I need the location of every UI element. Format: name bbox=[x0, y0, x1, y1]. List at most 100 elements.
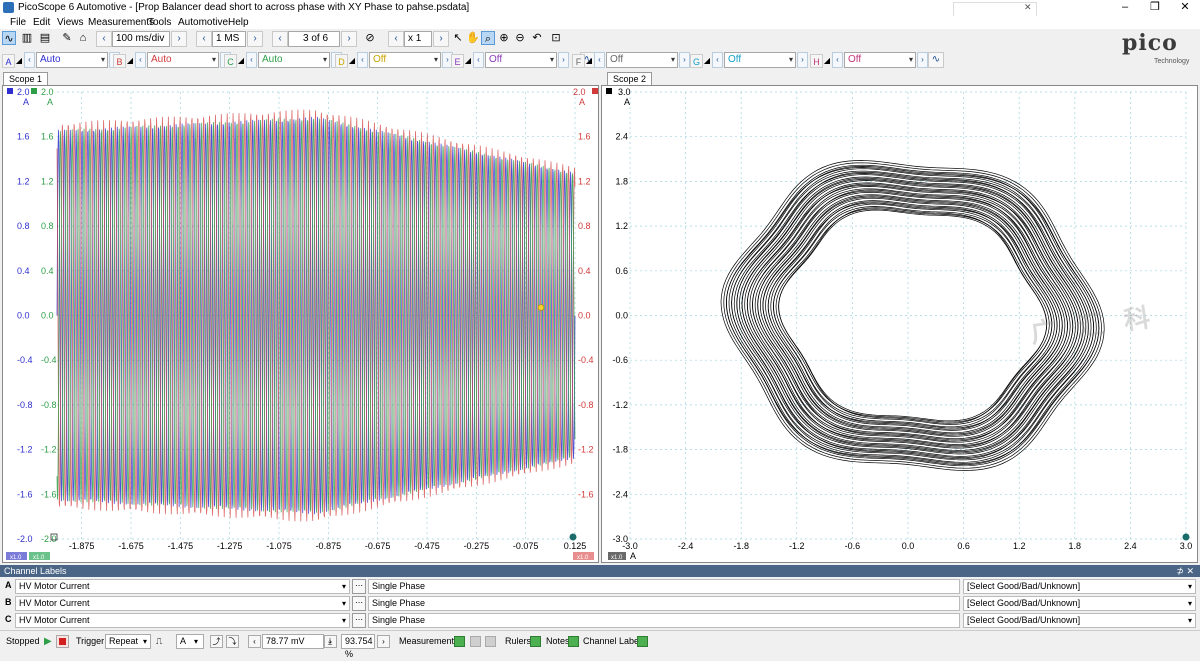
range-select[interactable]: Off ▾ bbox=[485, 52, 557, 68]
channel-h-button[interactable]: H bbox=[810, 54, 823, 68]
pretrigger-field[interactable]: 93.754 % bbox=[341, 634, 375, 659]
channel-options-icon[interactable]: ◢ bbox=[126, 54, 134, 68]
falling-edge-icon[interactable]: ⤵ bbox=[226, 635, 239, 648]
trigger-mode-chevron-icon[interactable]: ▾ bbox=[143, 635, 147, 648]
more-options-button[interactable]: ⋯ bbox=[352, 613, 366, 628]
channel-name-field[interactable]: HV Motor Current ▾ bbox=[15, 596, 350, 611]
maximize-button[interactable]: ❐ bbox=[1140, 0, 1170, 16]
advanced-trigger-icon[interactable]: ⎍ bbox=[156, 635, 162, 648]
menu-file[interactable]: File bbox=[10, 16, 26, 29]
timebase-increase-button[interactable]: › bbox=[171, 31, 187, 47]
ruler-handle-right-icon[interactable] bbox=[1182, 533, 1190, 541]
threshold-decrease-button[interactable]: ‹ bbox=[248, 635, 261, 648]
channel-options-icon[interactable]: ◢ bbox=[237, 54, 245, 68]
add-measurement-icon[interactable] bbox=[454, 636, 465, 647]
more-options-button[interactable]: ⋯ bbox=[352, 596, 366, 611]
range-decrease-button[interactable]: ‹ bbox=[24, 52, 35, 68]
persistence-mode-icon[interactable]: ▥ bbox=[20, 31, 34, 45]
zoom-field[interactable]: x 1 bbox=[404, 31, 432, 47]
zoom-increase-button[interactable]: › bbox=[433, 31, 449, 47]
range-decrease-button[interactable]: ‹ bbox=[246, 52, 257, 68]
timebase-decrease-button[interactable]: ‹ bbox=[96, 31, 112, 47]
range-increase-button[interactable]: › bbox=[558, 52, 569, 68]
range-increase-button[interactable]: › bbox=[917, 52, 928, 68]
menu-automotive[interactable]: Automotive bbox=[178, 16, 228, 29]
pointer-icon[interactable]: ↖ bbox=[451, 31, 465, 45]
menu-edit[interactable]: Edit bbox=[33, 16, 50, 29]
pane-pin-close-icon[interactable]: ⊅ ✕ bbox=[1176, 565, 1194, 577]
channel-b-button[interactable]: B bbox=[113, 54, 126, 68]
range-select[interactable]: Off ▾ bbox=[606, 52, 678, 68]
channel-options-icon[interactable]: ◢ bbox=[464, 54, 472, 68]
channel-labels-icon[interactable] bbox=[637, 636, 648, 647]
tab-scope-2[interactable]: Scope 2 bbox=[607, 72, 653, 86]
menu-measurements[interactable]: Measurements bbox=[88, 16, 154, 29]
menu-views[interactable]: Views bbox=[57, 16, 84, 29]
pretrigger-increase-button[interactable]: › bbox=[377, 635, 390, 648]
trigger-channel-chevron-icon[interactable]: ▾ bbox=[194, 635, 198, 648]
zoom-in-icon[interactable]: ⊕ bbox=[497, 31, 511, 45]
channel-c-button[interactable]: C bbox=[224, 54, 237, 68]
math-channel-button[interactable]: ∿ bbox=[928, 52, 944, 68]
status-select[interactable]: [Select Good/Bad/Unknown] ▾ bbox=[963, 613, 1196, 628]
channel-options-icon[interactable]: ◢ bbox=[348, 54, 356, 68]
edit-measurement-icon[interactable] bbox=[470, 636, 481, 647]
range-decrease-button[interactable]: ‹ bbox=[357, 52, 368, 68]
home-icon[interactable]: ⌂ bbox=[76, 31, 90, 45]
samples-select[interactable]: 1 MS bbox=[212, 31, 246, 47]
timebase-select[interactable]: 100 ms/div bbox=[112, 31, 170, 47]
range-select[interactable]: Off ▾ bbox=[724, 52, 796, 68]
channel-name-field[interactable]: HV Motor Current ▾ bbox=[15, 613, 350, 628]
range-increase-button[interactable]: › bbox=[679, 52, 690, 68]
trigger-marker-icon[interactable] bbox=[537, 304, 545, 311]
channel-description-field[interactable]: Single Phase bbox=[368, 613, 960, 628]
range-decrease-button[interactable]: ‹ bbox=[832, 52, 843, 68]
channel-description-field[interactable]: Single Phase bbox=[368, 579, 960, 594]
probe-icon[interactable]: ✎ bbox=[60, 31, 74, 45]
rising-edge-icon[interactable]: ⤴ bbox=[210, 635, 223, 648]
scope-1-plot[interactable]: 2.0 2.0A A1.6 1.61.2 1.20.8 0.80.4 0.40.0 0.0-0… bbox=[3, 86, 598, 562]
status-select[interactable]: [Select Good/Bad/Unknown] ▾ bbox=[963, 579, 1196, 594]
channel-a-button[interactable]: A bbox=[2, 54, 15, 68]
minimize-button[interactable]: – bbox=[1110, 0, 1140, 16]
trigger-threshold-field[interactable]: 78.77 mV bbox=[262, 634, 324, 649]
overlay-close-icon[interactable]: ✕ bbox=[1024, 2, 1032, 13]
menu-tools[interactable]: Tools bbox=[148, 16, 171, 29]
spectrum-mode-icon[interactable]: ▤ bbox=[38, 31, 52, 45]
zoom-decrease-button[interactable]: ‹ bbox=[388, 31, 404, 47]
tab-scope-1[interactable]: Scope 1 bbox=[3, 72, 49, 86]
channel-options-icon[interactable]: ◢ bbox=[703, 54, 711, 68]
trigger-channel-select[interactable]: A bbox=[176, 634, 204, 649]
zoom-area-icon[interactable]: ⌕ bbox=[481, 31, 495, 45]
range-select[interactable]: Auto ▾ bbox=[147, 52, 219, 68]
samples-increase-button[interactable]: › bbox=[247, 31, 263, 47]
undo-zoom-icon[interactable]: ↶ bbox=[530, 31, 544, 45]
notes-icon[interactable] bbox=[568, 636, 579, 647]
range-decrease-button[interactable]: ‹ bbox=[473, 52, 484, 68]
channel-g-button[interactable]: G bbox=[690, 54, 703, 68]
ruler-handle-right-icon[interactable] bbox=[569, 533, 577, 541]
channel-e-button[interactable]: E bbox=[451, 54, 464, 68]
rulers-icon[interactable] bbox=[530, 636, 541, 647]
buffer-next-button[interactable]: › bbox=[341, 31, 357, 47]
compass-icon[interactable]: ⊘ bbox=[363, 31, 377, 45]
close-button[interactable]: ✕ bbox=[1170, 0, 1200, 16]
channel-f-button[interactable]: F bbox=[572, 54, 585, 68]
channel-description-field[interactable]: Single Phase bbox=[368, 596, 960, 611]
delete-measurement-icon[interactable] bbox=[485, 636, 496, 647]
more-options-button[interactable]: ⋯ bbox=[352, 579, 366, 594]
channel-name-field[interactable]: HV Motor Current ▾ bbox=[15, 579, 350, 594]
range-increase-button[interactable]: › bbox=[797, 52, 808, 68]
zoom-fit-icon[interactable]: ⊡ bbox=[549, 31, 563, 45]
range-select[interactable]: Auto ▾ bbox=[258, 52, 330, 68]
range-decrease-button[interactable]: ‹ bbox=[712, 52, 723, 68]
channel-options-icon[interactable]: ◢ bbox=[823, 54, 831, 68]
scope-mode-icon[interactable]: ∿ bbox=[2, 31, 16, 45]
range-decrease-button[interactable]: ‹ bbox=[594, 52, 605, 68]
range-select[interactable]: Off ▾ bbox=[844, 52, 916, 68]
range-decrease-button[interactable]: ‹ bbox=[135, 52, 146, 68]
menu-help[interactable]: Help bbox=[228, 16, 249, 29]
channel-options-icon[interactable]: ◢ bbox=[15, 54, 23, 68]
hand-icon[interactable]: ✋ bbox=[466, 31, 480, 45]
status-select[interactable]: [Select Good/Bad/Unknown] ▾ bbox=[963, 596, 1196, 611]
